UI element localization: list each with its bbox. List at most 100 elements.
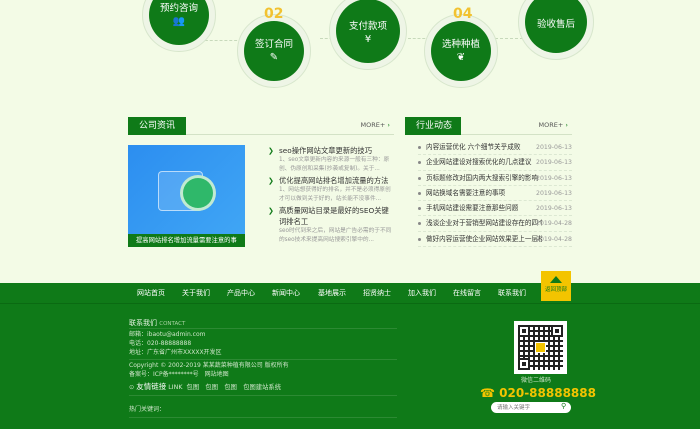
industry-news-more-link[interactable]: MORE+ bbox=[539, 121, 568, 129]
chevron-down-icon: ❯ bbox=[268, 177, 274, 185]
list-item[interactable]: 浅谈企业对于营销型网站建设存在的四个 2019-04-28 bbox=[418, 216, 572, 232]
industry-news-title: 行业动态 bbox=[405, 117, 461, 135]
back-to-top-label: 返回顶部 bbox=[544, 287, 567, 293]
news-summary: seo时代到来之后，网站是广告必需的于不同的seo技术来提高网站搜索引擎中的..… bbox=[279, 228, 392, 243]
list-item[interactable]: ❯ 高质量网站目录是最好的SEO关键词排名工 seo时代到来之后，网站是广告必需… bbox=[268, 205, 394, 244]
step-connector bbox=[495, 38, 523, 39]
contact-email: 邮箱：ibaotu@admin.com bbox=[129, 331, 206, 338]
news-title[interactable]: 做好内容运营使企业网站效果更上一层楼 bbox=[426, 232, 542, 247]
search-input[interactable] bbox=[491, 402, 571, 413]
company-news-header: 公司资讯 MORE+ bbox=[128, 117, 394, 135]
news-date: 2019-06-13 bbox=[536, 174, 572, 182]
friend-links-sub: LINK bbox=[168, 384, 183, 391]
featured-news-image[interactable]: 提高网站排名增加流量需要注意的事 bbox=[128, 145, 245, 247]
contact-address: 地址：广东省广州市XXXXX开发区 bbox=[129, 349, 222, 356]
divider bbox=[129, 417, 397, 418]
qr-logo bbox=[535, 342, 546, 353]
hot-keywords: 热门关键词： bbox=[129, 406, 166, 413]
nav-join[interactable]: 加入我们 bbox=[408, 283, 436, 304]
nav-home[interactable]: 网站首页 bbox=[137, 283, 165, 304]
qr-label: 微信二维码 bbox=[521, 377, 552, 384]
contact-title: 联系我们 bbox=[129, 319, 157, 327]
list-item[interactable]: 做好内容运营使企业网站效果更上一层楼 2019-04-28 bbox=[418, 232, 572, 248]
news-title[interactable]: seo操作网站文章更新的技巧 bbox=[279, 145, 394, 156]
step-2[interactable]: 签订合同 ✎ bbox=[244, 21, 304, 81]
company-news-more-link[interactable]: MORE+ bbox=[361, 121, 390, 129]
qr-eye bbox=[518, 325, 530, 337]
news-title[interactable]: 企业网站建设对搜索优化的几点建议 bbox=[426, 155, 542, 170]
arrow-up-icon bbox=[550, 276, 562, 283]
people-icon: 👥 bbox=[172, 16, 186, 27]
news-title[interactable]: 浅谈企业对于营销型网站建设存在的四个 bbox=[426, 216, 542, 231]
step-3[interactable]: 支付款项 ¥ bbox=[336, 0, 400, 63]
friend-links: ⊙ 友情链接 LINK 包图 包图 包图 包图建站系统 bbox=[129, 381, 281, 392]
divider bbox=[129, 359, 397, 360]
news-date: 2019-06-13 bbox=[536, 189, 572, 197]
contact-subtitle: CONTACT bbox=[159, 321, 186, 327]
news-summary: 1、网站想获得好的排名，并不是必须得原创才可以做到关于好的，站长能不没事件... bbox=[279, 187, 391, 202]
bullet-icon bbox=[418, 207, 421, 211]
list-item[interactable]: ❯ seo操作网站文章更新的技巧 1、seo文章更新内容的来源一般有三种：原创、… bbox=[268, 145, 394, 173]
contact-tel: 电话：020-88888888 bbox=[129, 340, 192, 347]
nav-products[interactable]: 产品中心 bbox=[227, 283, 255, 304]
sprout-icon: ❦ bbox=[456, 52, 466, 63]
friend-links-label: 友情链接 bbox=[136, 382, 167, 391]
hotline-number: 020-88888888 bbox=[499, 386, 596, 400]
nav-about[interactable]: 关于我们 bbox=[182, 283, 210, 304]
list-item[interactable]: ❯ 优化提高网站排名增加流量的方法 1、网站想获得好的排名，并不是必须得原创才可… bbox=[268, 175, 394, 203]
step-1-label: 预约咨询 bbox=[159, 3, 198, 14]
record-number[interactable]: 备案号：ICP备********号 网站地图 bbox=[129, 370, 229, 379]
chat-bubble-icon bbox=[180, 175, 216, 211]
news-title[interactable]: 内容运营优化 六个细节关乎成败 bbox=[426, 140, 542, 155]
money-icon: ¥ bbox=[364, 34, 372, 45]
bullet-icon bbox=[418, 176, 421, 180]
news-date: 2019-06-13 bbox=[536, 144, 572, 151]
list-item[interactable]: 手机网站建设需要注意那些问题 2019-06-13 bbox=[418, 201, 572, 217]
list-item[interactable]: 内容运营优化 六个细节关乎成败 2019-06-13 bbox=[418, 140, 572, 156]
list-item[interactable]: 企业网站建设对搜索优化的几点建议 2019-06-13 bbox=[418, 155, 572, 171]
nav-news[interactable]: 新闻中心 bbox=[272, 283, 300, 304]
bullet-icon bbox=[418, 222, 421, 226]
list-item[interactable]: 网站换域名需要注意的事项 2019-06-13 bbox=[418, 186, 572, 202]
news-summary: 1、seo文章更新内容的来源一般有三种：原创、伪原创和采集(抄袭或复制)。关于.… bbox=[279, 157, 390, 172]
news-date: 2019-06-13 bbox=[536, 159, 572, 167]
divider bbox=[129, 395, 397, 396]
news-title[interactable]: 手机网站建设需要注意那些问题 bbox=[426, 201, 542, 216]
process-steps: 预约咨询 👥 签订合同 ✎ 02 支付款项 ¥ 选种种植 ❦ 04 验收售后 bbox=[0, 0, 700, 110]
industry-news-list: 内容运营优化 六个细节关乎成败 2019-06-13 企业网站建设对搜索优化的几点… bbox=[418, 140, 572, 248]
friend-links-list[interactable]: 包图 包图 包图 包图建站系统 bbox=[187, 384, 281, 391]
back-to-top-button[interactable]: 返回顶部 bbox=[541, 271, 571, 301]
step-connector bbox=[200, 40, 242, 41]
nav-base[interactable]: 基地展示 bbox=[318, 283, 346, 304]
news-title[interactable]: 页标题修改对国内两大搜索引擎的影响 bbox=[426, 171, 542, 186]
news-title[interactable]: 网站换域名需要注意的事项 bbox=[426, 186, 542, 201]
nav-message[interactable]: 在线留言 bbox=[453, 283, 481, 304]
qr-icon bbox=[518, 325, 563, 370]
nav-recruit[interactable]: 招贤纳士 bbox=[363, 283, 391, 304]
nav-contact[interactable]: 联系我们 bbox=[498, 283, 526, 304]
phone-icon: ☎ bbox=[480, 386, 495, 400]
news-date: 2019-04-28 bbox=[536, 220, 572, 228]
bullet-icon bbox=[418, 146, 421, 149]
bullet-icon bbox=[418, 161, 421, 165]
step-4-label: 选种种植 bbox=[441, 39, 480, 50]
step-5-label: 验收售后 bbox=[536, 19, 575, 30]
industry-news-header: 行业动态 MORE+ bbox=[405, 117, 572, 135]
bullet-icon bbox=[418, 191, 421, 195]
list-item[interactable]: 页标题修改对国内两大搜索引擎的影响 2019-06-13 bbox=[418, 171, 572, 186]
featured-news-caption[interactable]: 提高网站排名增加流量需要注意的事 bbox=[128, 234, 245, 247]
search-icon[interactable]: ⚲ bbox=[561, 402, 566, 410]
news-title[interactable]: 高质量网站目录是最好的SEO关键词排名工 bbox=[279, 205, 394, 227]
qr-eye bbox=[551, 325, 563, 337]
news-title[interactable]: 优化提高网站排名增加流量的方法 bbox=[279, 175, 394, 186]
step-2-label: 签订合同 bbox=[254, 39, 293, 50]
contact-heading: 联系我们 CONTACT bbox=[129, 318, 185, 328]
company-news-title: 公司资讯 bbox=[128, 117, 186, 135]
bullet-icon bbox=[418, 237, 421, 241]
hotline: ☎ 020-88888888 bbox=[480, 386, 596, 400]
news-date: 2019-06-13 bbox=[536, 205, 572, 213]
chevron-down-icon: ❯ bbox=[268, 147, 274, 155]
step-4[interactable]: 选种种植 ❦ bbox=[431, 21, 491, 81]
footer: 联系我们 CONTACT 邮箱：ibaotu@admin.com 电话：020-… bbox=[0, 304, 700, 429]
footer-nav: 网站首页 关于我们 产品中心 新闻中心 基地展示 招贤纳士 加入我们 在线留言 … bbox=[0, 283, 700, 304]
